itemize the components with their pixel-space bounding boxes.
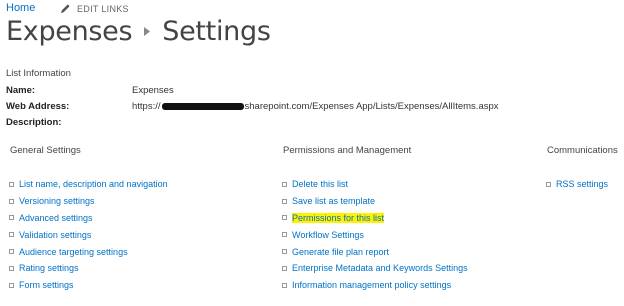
settings-link-list-name-description-and-navigation[interactable]: List name, description and navigation	[9, 176, 168, 193]
settings-link-advanced-settings[interactable]: Advanced settings	[9, 210, 168, 227]
description-label: Description:	[6, 117, 62, 128]
breadcrumb-parent[interactable]: Expenses	[6, 16, 133, 47]
permissions-management-list: Delete this list Save list as template Per…	[282, 176, 468, 294]
settings-link-label[interactable]: Audience targeting settings	[19, 247, 128, 257]
bullet-icon	[282, 215, 287, 221]
settings-link-label[interactable]: Advanced settings	[19, 213, 93, 223]
settings-link-label[interactable]: Delete this list	[292, 179, 348, 189]
settings-link-permissions-for-this-list[interactable]: Permissions for this list	[282, 210, 468, 227]
settings-link-label[interactable]: Permissions for this list	[292, 212, 385, 223]
bullet-icon	[9, 215, 14, 221]
breadcrumb-arrow-icon	[138, 27, 156, 36]
settings-link-label[interactable]: Information management policy settings	[292, 280, 451, 290]
bullet-icon	[9, 249, 14, 255]
settings-link-label[interactable]: List name, description and navigation	[19, 179, 168, 189]
settings-link-rating-settings[interactable]: Rating settings	[9, 260, 168, 277]
bullet-icon	[282, 249, 287, 255]
settings-link-save-list-as-template[interactable]: Save list as template	[282, 193, 468, 210]
settings-link-versioning-settings[interactable]: Versioning settings	[9, 193, 168, 210]
web-address-suffix: sharepoint.com/Expenses App/Lists/Expens…	[244, 101, 499, 112]
general-settings-list: List name, description and navigation Ver…	[9, 176, 168, 294]
settings-link-workflow-settings[interactable]: Workflow Settings	[282, 226, 468, 243]
breadcrumb-current: Settings	[162, 16, 271, 47]
bullet-icon	[282, 232, 287, 238]
general-settings-heading: General Settings	[10, 145, 81, 156]
bullet-icon	[546, 181, 551, 187]
web-address-label: Web Address:	[6, 101, 70, 112]
settings-link-enterprise-metadata-and-keywords-settings[interactable]: Enterprise Metadata and Keywords Setting…	[282, 260, 468, 277]
edit-links-button[interactable]: EDIT LINKS	[60, 3, 129, 14]
home-link[interactable]: Home	[6, 2, 35, 14]
settings-link-label[interactable]: Save list as template	[292, 196, 375, 206]
permissions-management-heading: Permissions and Management	[283, 145, 412, 156]
bullet-icon	[9, 232, 14, 238]
name-label: Name:	[6, 85, 36, 96]
bullet-icon	[9, 181, 14, 187]
settings-link-information-management-policy-settings[interactable]: Information management policy settings	[282, 277, 468, 294]
settings-link-label[interactable]: Form settings	[19, 280, 74, 290]
bullet-icon	[282, 181, 287, 187]
bullet-icon	[9, 265, 14, 271]
bullet-icon	[9, 282, 14, 288]
bullet-icon	[9, 198, 14, 204]
name-value: Expenses	[132, 85, 174, 96]
settings-link-label[interactable]: Enterprise Metadata and Keywords Setting…	[292, 263, 468, 273]
web-address-prefix: https://	[132, 101, 161, 112]
settings-link-form-settings[interactable]: Form settings	[9, 277, 168, 294]
settings-link-label[interactable]: RSS settings	[556, 179, 608, 189]
settings-link-generate-file-plan-report[interactable]: Generate file plan report	[282, 243, 468, 260]
settings-link-label[interactable]: Rating settings	[19, 263, 79, 273]
redaction-mark	[161, 102, 244, 110]
settings-link-label[interactable]: Workflow Settings	[292, 230, 364, 240]
bullet-icon	[282, 198, 287, 204]
settings-link-label[interactable]: Validation settings	[19, 230, 91, 240]
edit-links-label: EDIT LINKS	[77, 3, 129, 14]
settings-link-label[interactable]: Versioning settings	[19, 196, 95, 206]
settings-link-label[interactable]: Generate file plan report	[292, 247, 389, 257]
settings-link-validation-settings[interactable]: Validation settings	[9, 226, 168, 243]
web-address-value: https:// sharepoint.com/Expenses App/List…	[132, 101, 499, 112]
settings-link-rss-settings[interactable]: RSS settings	[546, 176, 608, 193]
communications-list: RSS settings	[546, 176, 608, 193]
bullet-icon	[282, 282, 287, 288]
bullet-icon	[282, 265, 287, 271]
page-title: Expenses Settings	[6, 16, 271, 47]
settings-link-audience-targeting-settings[interactable]: Audience targeting settings	[9, 243, 168, 260]
communications-heading: Communications	[547, 145, 618, 156]
pencil-icon	[60, 4, 70, 14]
settings-link-delete-this-list[interactable]: Delete this list	[282, 176, 468, 193]
list-information-heading: List Information	[6, 68, 71, 79]
